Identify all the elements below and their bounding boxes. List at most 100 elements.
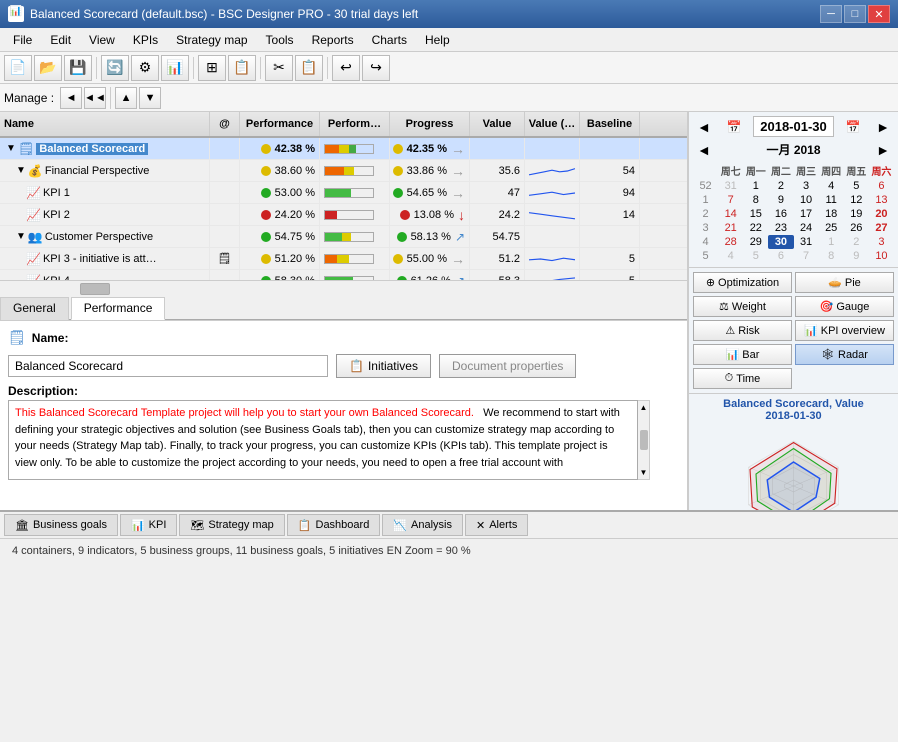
risk-btn[interactable]: ⚠ Risk bbox=[693, 320, 792, 341]
pie-btn[interactable]: 🥧 Pie bbox=[795, 272, 894, 293]
menu-file[interactable]: File bbox=[4, 30, 41, 50]
menu-edit[interactable]: Edit bbox=[41, 30, 80, 50]
cal-day[interactable]: 5 bbox=[844, 179, 869, 193]
row-name-kpi2[interactable]: 📈 KPI 2 bbox=[0, 204, 210, 225]
nav-business-goals[interactable]: 🏛 Business goals bbox=[4, 514, 118, 536]
maximize-button[interactable]: □ bbox=[844, 5, 866, 23]
desc-scrollbar[interactable]: ▲ ▼ bbox=[638, 400, 650, 480]
cal-day[interactable]: 3 bbox=[869, 235, 894, 249]
report-button[interactable]: 📋 bbox=[228, 55, 256, 81]
nav-prev2[interactable]: ◄◄ bbox=[84, 87, 106, 109]
scroll-down-icon[interactable]: ▼ bbox=[640, 468, 648, 477]
menu-tools[interactable]: Tools bbox=[257, 30, 303, 50]
bar-btn[interactable]: 📊 Bar bbox=[693, 344, 792, 365]
cal-day[interactable]: 8 bbox=[743, 193, 768, 207]
cal-day[interactable]: 7 bbox=[794, 249, 819, 263]
nav-prev[interactable]: ◄ bbox=[60, 87, 82, 109]
cal-day[interactable]: 28 bbox=[718, 235, 743, 249]
nav-kpi[interactable]: 📊 KPI bbox=[120, 514, 177, 536]
cal-day[interactable]: 17 bbox=[794, 207, 819, 221]
menu-view[interactable]: View bbox=[80, 30, 124, 50]
nav-up[interactable]: ▲ bbox=[115, 87, 137, 109]
sync-button[interactable]: 🔄 bbox=[101, 55, 129, 81]
tab-general[interactable]: General bbox=[0, 297, 69, 320]
gauge-btn[interactable]: 🎯 Gauge bbox=[795, 296, 894, 317]
cal-day[interactable]: 24 bbox=[794, 221, 819, 235]
table-row[interactable]: 📈 KPI 1 53.00 % 54.65 % → bbox=[0, 182, 687, 204]
menu-reports[interactable]: Reports bbox=[303, 30, 363, 50]
doc-properties-button[interactable]: Document properties bbox=[439, 354, 576, 378]
cal-day[interactable]: 4 bbox=[819, 179, 844, 193]
cal-day[interactable]: 27 bbox=[869, 221, 894, 235]
cal-day[interactable]: 8 bbox=[819, 249, 844, 263]
weight-btn[interactable]: ⚖ Weight bbox=[693, 296, 792, 317]
table-row[interactable]: ▼ 👥 Customer Perspective 54.75 % bbox=[0, 226, 687, 248]
cal-month-prev[interactable]: ◄ bbox=[693, 142, 715, 158]
table-row[interactable]: 📈 KPI 3 - initiative is att… 🗒 51.20 % bbox=[0, 248, 687, 270]
cal-day[interactable]: 2 bbox=[768, 179, 793, 193]
expand-icon[interactable]: ▼ bbox=[6, 143, 16, 154]
cal-day[interactable]: 13 bbox=[869, 193, 894, 207]
cal-day[interactable]: 10 bbox=[869, 249, 894, 263]
optimization-btn[interactable]: ⊕ Optimization bbox=[693, 272, 792, 293]
table-body[interactable]: ▼ 🗒 Balanced Scorecard 42.38 % bbox=[0, 138, 687, 280]
cal-day[interactable]: 5 bbox=[743, 249, 768, 263]
table-row[interactable]: ▼ 💰 Financial Perspective 38.60 % bbox=[0, 160, 687, 182]
row-name-cust[interactable]: ▼ 👥 Customer Perspective bbox=[0, 226, 210, 247]
initiatives-button[interactable]: 📋 Initiatives bbox=[336, 354, 431, 378]
name-input[interactable] bbox=[8, 355, 328, 377]
cal-day[interactable]: 1 bbox=[819, 235, 844, 249]
nav-down[interactable]: ▼ bbox=[139, 87, 161, 109]
cal-day[interactable]: 4 bbox=[718, 249, 743, 263]
cal-day[interactable]: 19 bbox=[844, 207, 869, 221]
cal-next-button[interactable]: ► bbox=[872, 119, 894, 135]
cal-prev-button[interactable]: ◄ bbox=[693, 119, 715, 135]
nav-dashboard[interactable]: 📋 Dashboard bbox=[287, 514, 381, 536]
scrollbar-thumb[interactable] bbox=[80, 283, 110, 295]
cal-day[interactable]: 9 bbox=[768, 193, 793, 207]
tab-performance[interactable]: Performance bbox=[71, 297, 166, 320]
cal-day[interactable]: 29 bbox=[743, 235, 768, 249]
radar-btn[interactable]: 🕸 Radar bbox=[795, 344, 894, 365]
cal-day[interactable]: 2 bbox=[844, 235, 869, 249]
copy-button[interactable]: 📋 bbox=[295, 55, 323, 81]
table-row[interactable]: 📈 KPI 4 58.30 % 61.26 % ↗ bbox=[0, 270, 687, 280]
close-button[interactable]: ✕ bbox=[868, 5, 890, 23]
row-name-kpi3[interactable]: 📈 KPI 3 - initiative is att… bbox=[0, 248, 210, 269]
cal-day[interactable]: 15 bbox=[743, 207, 768, 221]
cal-day-today[interactable]: 30 bbox=[768, 235, 793, 249]
minimize-button[interactable]: ─ bbox=[820, 5, 842, 23]
scroll-up-icon[interactable]: ▲ bbox=[640, 403, 648, 412]
kpi-overview-btn[interactable]: 📊 KPI overview bbox=[795, 320, 894, 341]
menu-strategy-map[interactable]: Strategy map bbox=[167, 30, 256, 50]
cal-day[interactable]: 25 bbox=[819, 221, 844, 235]
cal-day[interactable]: 16 bbox=[768, 207, 793, 221]
cal-month-next[interactable]: ► bbox=[872, 142, 894, 158]
cal-day[interactable]: 6 bbox=[869, 179, 894, 193]
cut-button[interactable]: ✂ bbox=[265, 55, 293, 81]
row-name-fin[interactable]: ▼ 💰 Financial Perspective bbox=[0, 160, 210, 181]
cal-day[interactable]: 1 bbox=[743, 179, 768, 193]
cal-day[interactable]: 6 bbox=[768, 249, 793, 263]
nav-strategy-map[interactable]: 🗺 Strategy map bbox=[179, 514, 284, 536]
calendar-date-display[interactable]: 2018-01-30 bbox=[753, 116, 834, 137]
undo-button[interactable]: ↩ bbox=[332, 55, 360, 81]
horizontal-scrollbar[interactable] bbox=[0, 280, 687, 296]
nav-analysis[interactable]: 📉 Analysis bbox=[382, 514, 463, 536]
nav-alerts[interactable]: ✕ Alerts bbox=[465, 514, 528, 536]
new-button[interactable]: 📄 bbox=[4, 55, 32, 81]
chart-button[interactable]: 📊 bbox=[161, 55, 189, 81]
row-name-kpi4[interactable]: 📈 KPI 4 bbox=[0, 270, 210, 280]
cal-day[interactable]: 12 bbox=[844, 193, 869, 207]
cal-day[interactable]: 10 bbox=[794, 193, 819, 207]
cal-day[interactable]: 14 bbox=[718, 207, 743, 221]
save-button[interactable]: 💾 bbox=[64, 55, 92, 81]
cal-day[interactable]: 21 bbox=[718, 221, 743, 235]
cal-day[interactable]: 9 bbox=[844, 249, 869, 263]
settings-button[interactable]: ⚙ bbox=[131, 55, 159, 81]
table-button[interactable]: ⊞ bbox=[198, 55, 226, 81]
row-name-kpi1[interactable]: 📈 KPI 1 bbox=[0, 182, 210, 203]
cal-day[interactable]: 26 bbox=[844, 221, 869, 235]
row-name-bsc[interactable]: ▼ 🗒 Balanced Scorecard bbox=[0, 138, 210, 159]
expand-icon-cust[interactable]: ▼ bbox=[16, 231, 26, 242]
